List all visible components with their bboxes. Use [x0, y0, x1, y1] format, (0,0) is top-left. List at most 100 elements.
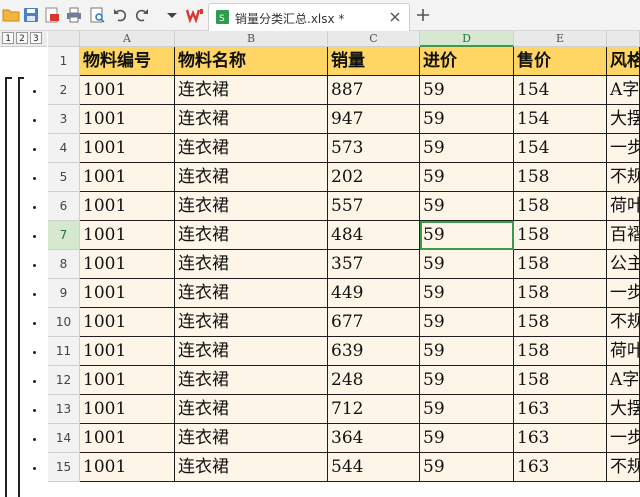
table-cell[interactable]: 677: [328, 308, 420, 337]
table-cell[interactable]: 59: [420, 163, 514, 192]
table-cell[interactable]: 158: [514, 337, 607, 366]
table-cell[interactable]: 158: [514, 221, 607, 250]
table-cell[interactable]: 158: [514, 250, 607, 279]
table-cell[interactable]: 连衣裙: [175, 105, 328, 134]
table-cell[interactable]: 百褶: [607, 221, 640, 250]
table-cell[interactable]: 连衣裙: [175, 279, 328, 308]
table-cell[interactable]: 449: [328, 279, 420, 308]
column-header-A[interactable]: A: [80, 31, 175, 47]
table-cell[interactable]: 557: [328, 192, 420, 221]
row-header[interactable]: 1: [48, 47, 80, 76]
outline-level-2-button[interactable]: 2: [16, 32, 28, 44]
table-cell[interactable]: 59: [420, 424, 514, 453]
table-cell[interactable]: 59: [420, 337, 514, 366]
table-cell[interactable]: 1001: [80, 105, 175, 134]
row-header[interactable]: 5: [48, 163, 80, 192]
redo-icon[interactable]: [132, 5, 152, 25]
column-header-D[interactable]: D: [420, 31, 514, 47]
table-cell[interactable]: A字: [607, 76, 640, 105]
table-cell[interactable]: 248: [328, 366, 420, 395]
table-cell[interactable]: 59: [420, 250, 514, 279]
row-header[interactable]: 3: [48, 105, 80, 134]
outline-level-1-button[interactable]: 1: [2, 32, 14, 44]
table-cell[interactable]: 163: [514, 424, 607, 453]
row-header[interactable]: 9: [48, 279, 80, 308]
header-cell[interactable]: 销量: [328, 47, 420, 76]
table-cell[interactable]: 154: [514, 134, 607, 163]
table-cell[interactable]: 连衣裙: [175, 424, 328, 453]
table-cell[interactable]: 1001: [80, 424, 175, 453]
table-cell[interactable]: 连衣裙: [175, 453, 328, 482]
table-cell[interactable]: 一步: [607, 279, 640, 308]
column-header-E[interactable]: E: [514, 31, 607, 47]
more-dropdown-icon[interactable]: [162, 5, 182, 25]
table-cell[interactable]: 1001: [80, 192, 175, 221]
table-cell[interactable]: 连衣裙: [175, 134, 328, 163]
row-header[interactable]: 13: [48, 395, 80, 424]
outline-level-3-button[interactable]: 3: [30, 32, 42, 44]
table-cell[interactable]: 大摆: [607, 105, 640, 134]
table-cell[interactable]: 1001: [80, 279, 175, 308]
table-cell[interactable]: 59: [420, 221, 514, 250]
table-cell[interactable]: 59: [420, 76, 514, 105]
table-cell[interactable]: 158: [514, 279, 607, 308]
column-header-next[interactable]: [607, 31, 640, 47]
table-cell[interactable]: 1001: [80, 366, 175, 395]
export-pdf-icon[interactable]: [42, 5, 62, 25]
table-cell[interactable]: 573: [328, 134, 420, 163]
table-cell[interactable]: 947: [328, 105, 420, 134]
header-cell[interactable]: 风格: [607, 47, 640, 76]
table-cell[interactable]: 1001: [80, 163, 175, 192]
print-icon[interactable]: [64, 5, 84, 25]
table-cell[interactable]: 连衣裙: [175, 250, 328, 279]
table-cell[interactable]: 一步: [607, 424, 640, 453]
table-cell[interactable]: 不规: [607, 163, 640, 192]
table-cell[interactable]: 1001: [80, 76, 175, 105]
document-tab[interactable]: S 销量分类汇总.xlsx *: [208, 3, 410, 31]
table-cell[interactable]: 484: [328, 221, 420, 250]
table-cell[interactable]: 连衣裙: [175, 366, 328, 395]
table-cell[interactable]: 158: [514, 192, 607, 221]
row-header[interactable]: 14: [48, 424, 80, 453]
table-cell[interactable]: 639: [328, 337, 420, 366]
table-cell[interactable]: 59: [420, 192, 514, 221]
table-cell[interactable]: 158: [514, 366, 607, 395]
row-header[interactable]: 15: [48, 453, 80, 482]
table-cell[interactable]: 154: [514, 76, 607, 105]
save-icon[interactable]: [21, 5, 41, 25]
table-cell[interactable]: 59: [420, 308, 514, 337]
header-cell[interactable]: 物料名称: [175, 47, 328, 76]
table-cell[interactable]: 连衣裙: [175, 395, 328, 424]
table-cell[interactable]: 不规: [607, 308, 640, 337]
table-cell[interactable]: 连衣裙: [175, 192, 328, 221]
table-cell[interactable]: 连衣裙: [175, 337, 328, 366]
table-cell[interactable]: 59: [420, 366, 514, 395]
select-all-corner[interactable]: [48, 31, 80, 47]
table-cell[interactable]: 163: [514, 453, 607, 482]
close-icon[interactable]: [387, 9, 403, 25]
row-header[interactable]: 4: [48, 134, 80, 163]
row-header[interactable]: 2: [48, 76, 80, 105]
table-cell[interactable]: 连衣裙: [175, 76, 328, 105]
table-cell[interactable]: 59: [420, 453, 514, 482]
table-cell[interactable]: 荷叶: [607, 337, 640, 366]
header-cell[interactable]: 进价: [420, 47, 514, 76]
table-cell[interactable]: 一步: [607, 134, 640, 163]
table-cell[interactable]: 1001: [80, 453, 175, 482]
table-cell[interactable]: 不规: [607, 453, 640, 482]
table-cell[interactable]: 1001: [80, 308, 175, 337]
table-cell[interactable]: 59: [420, 395, 514, 424]
row-header[interactable]: 12: [48, 366, 80, 395]
column-header-C[interactable]: C: [328, 31, 420, 47]
undo-icon[interactable]: [110, 5, 130, 25]
print-preview-icon[interactable]: [87, 5, 107, 25]
row-header[interactable]: 11: [48, 337, 80, 366]
table-cell[interactable]: 连衣裙: [175, 221, 328, 250]
row-header[interactable]: 7: [48, 221, 80, 250]
table-cell[interactable]: 364: [328, 424, 420, 453]
table-cell[interactable]: 158: [514, 308, 607, 337]
table-cell[interactable]: 59: [420, 105, 514, 134]
table-cell[interactable]: 357: [328, 250, 420, 279]
table-cell[interactable]: 1001: [80, 395, 175, 424]
table-cell[interactable]: 59: [420, 134, 514, 163]
